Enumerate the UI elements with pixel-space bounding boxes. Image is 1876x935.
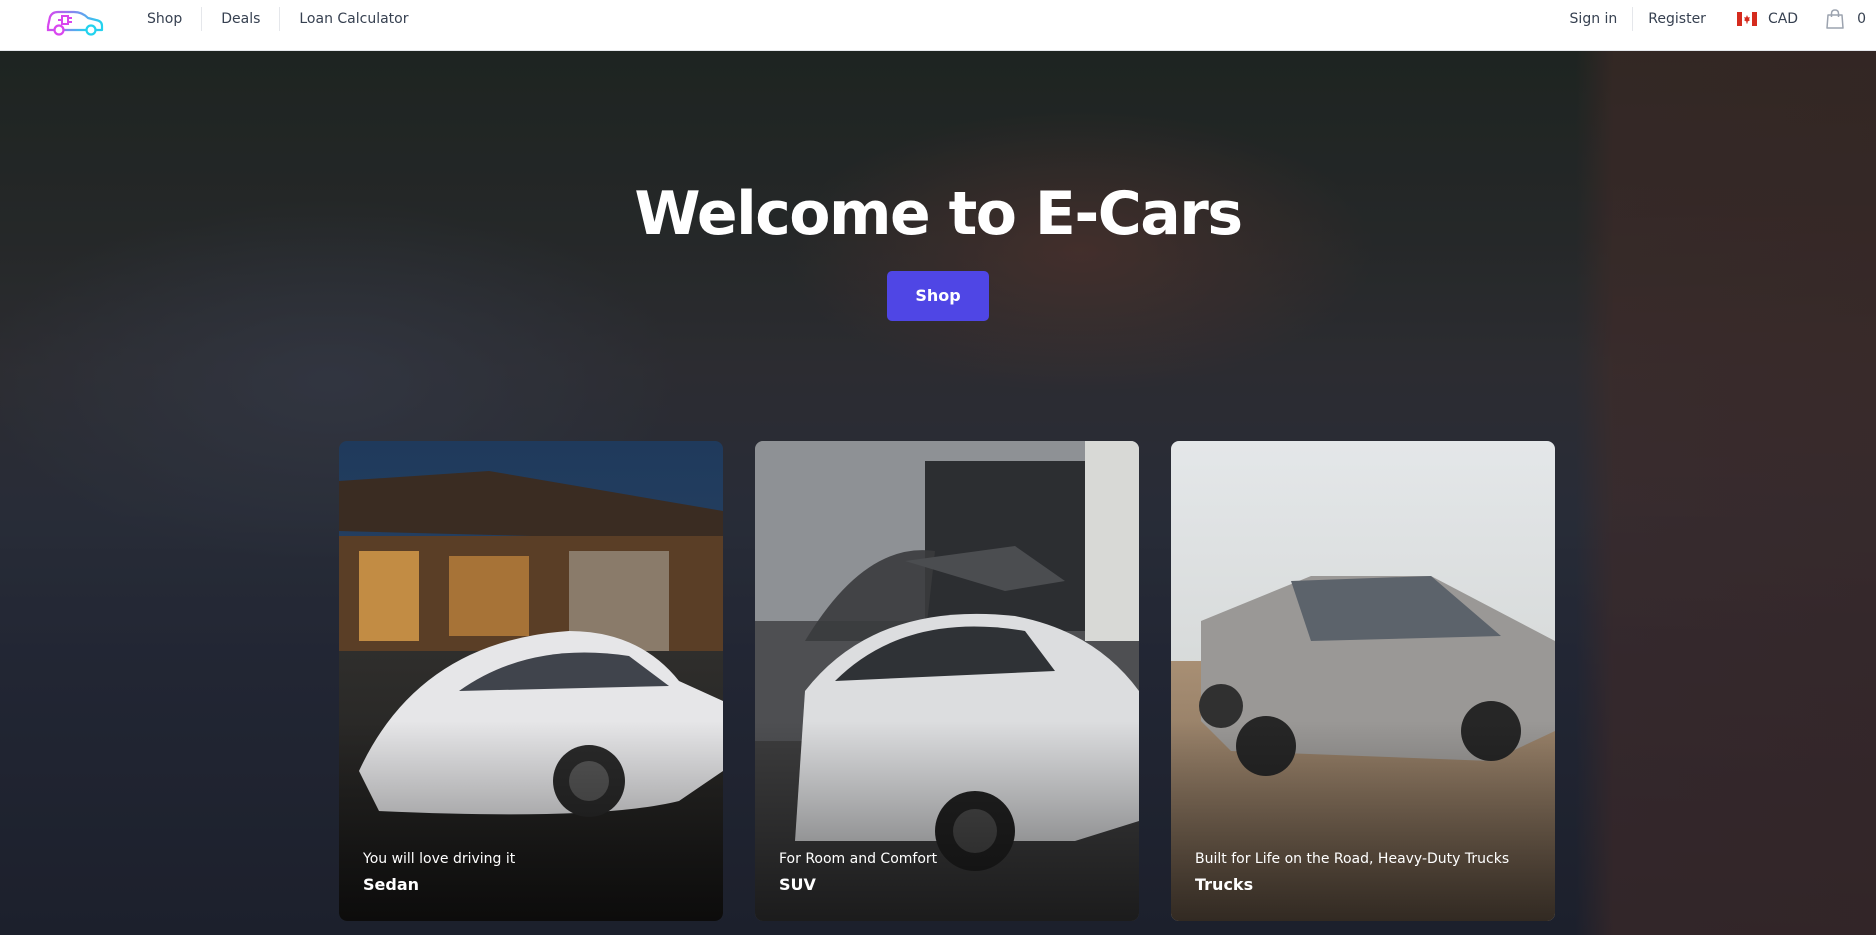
- hero-shop-button[interactable]: Shop: [887, 271, 989, 321]
- cart-count: 0: [1857, 11, 1866, 27]
- nav-loan-calculator-link[interactable]: Loan Calculator: [280, 7, 427, 31]
- card-title: Trucks: [1195, 875, 1254, 894]
- category-card-sedan[interactable]: You will love driving it Sedan: [339, 441, 723, 921]
- canada-flag-icon: [1736, 12, 1757, 26]
- category-cards: You will love driving it Sedan For Room …: [339, 441, 1555, 921]
- cart-button[interactable]: 0: [1824, 8, 1866, 30]
- account-area: Sign in Register CAD 0: [1555, 0, 1876, 38]
- category-card-trucks[interactable]: Built for Life on the Road, Heavy-Duty T…: [1171, 441, 1555, 921]
- sign-in-link[interactable]: Sign in: [1555, 7, 1633, 31]
- main-nav: Shop Deals Loan Calculator: [128, 0, 428, 38]
- currency-label: CAD: [1767, 11, 1799, 27]
- nav-deals-link[interactable]: Deals: [202, 7, 281, 31]
- card-text: You will love driving it Sedan: [363, 849, 515, 895]
- hero-section: Welcome to E-Cars Shop You will love dri…: [0, 51, 1876, 935]
- card-subtitle: For Room and Comfort: [779, 851, 938, 867]
- card-text: Built for Life on the Road, Heavy-Duty T…: [1195, 849, 1509, 895]
- ecar-logo[interactable]: [44, 4, 106, 38]
- hero-title: Welcome to E-Cars: [634, 179, 1243, 249]
- card-title: Sedan: [363, 875, 420, 894]
- hero-content: Welcome to E-Cars Shop: [0, 179, 1876, 321]
- currency-selector[interactable]: CAD: [1736, 11, 1799, 27]
- category-card-suv[interactable]: For Room and Comfort SUV: [755, 441, 1139, 921]
- nav-shop-link[interactable]: Shop: [128, 7, 203, 31]
- card-title: SUV: [779, 875, 816, 894]
- top-navbar: Shop Deals Loan Calculator Sign in Regis…: [0, 0, 1876, 51]
- card-subtitle: You will love driving it: [363, 851, 516, 867]
- shopping-bag-icon: [1826, 9, 1844, 29]
- card-text: For Room and Comfort SUV: [779, 849, 937, 895]
- card-subtitle: Built for Life on the Road, Heavy-Duty T…: [1195, 851, 1510, 867]
- register-link[interactable]: Register: [1633, 7, 1721, 31]
